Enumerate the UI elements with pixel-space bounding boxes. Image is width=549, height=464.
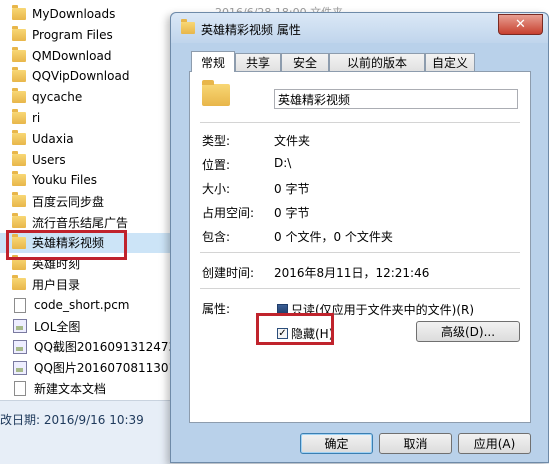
size-on-disk-value: 0 字节 (274, 206, 310, 220)
tab-security[interactable]: 安全 (281, 53, 329, 71)
type-value: 文件夹 (274, 134, 311, 148)
folder-icon (12, 5, 26, 20)
file-name: QQVipDownload (32, 69, 130, 84)
image-icon (13, 319, 27, 333)
file-name: Program Files (32, 27, 113, 42)
image-icon (13, 360, 27, 375)
type-label: 类型: (202, 134, 231, 148)
size-on-disk-label: 占用空间: (202, 206, 255, 220)
file-name: QQ图片20160708113018 (34, 361, 184, 376)
separator (200, 288, 520, 289)
folder-icon (12, 150, 26, 166)
folder-icon (12, 25, 26, 41)
size-label: 大小: (202, 182, 231, 196)
folder-icon (181, 19, 195, 34)
highlight-box-hidden-attribute (256, 313, 334, 345)
document-icon (14, 380, 26, 396)
folder-icon (12, 171, 26, 187)
file-name: qycache (32, 90, 83, 105)
separator (200, 122, 520, 123)
created-value: 2016年8月11日，12:21:46 (274, 266, 430, 280)
close-icon: ✕ (515, 17, 526, 32)
close-button[interactable]: ✕ (498, 14, 543, 35)
file-name: QMDownload (32, 48, 112, 63)
file-name: 新建文本文档 (34, 381, 107, 396)
attributes-label: 属性: (202, 302, 231, 316)
folder-icon (12, 109, 26, 124)
location-label: 位置: (202, 158, 231, 172)
status-text: 改日期: 2016/9/16 10:39 (0, 413, 144, 427)
dialog-titlebar[interactable]: 英雄精彩视频 属性 ✕ (171, 13, 548, 43)
ok-button[interactable]: 确定 (300, 433, 373, 454)
size-value: 0 字节 (274, 182, 310, 196)
tab-customize[interactable]: 自定义 (425, 53, 475, 71)
properties-dialog: 英雄精彩视频 属性 ✕ 常规 共享 安全 以前的版本 自定义 类型: 文件夹 位… (170, 12, 549, 463)
tab-general[interactable]: 常规 (191, 51, 235, 72)
file-name: 用户目录 (32, 277, 81, 292)
file-name: LOL全图 (34, 319, 81, 334)
file-name: Youku Files (32, 173, 98, 188)
general-panel: 类型: 文件夹 位置: D:\ 大小: 0 字节 占用空间: 0 字节 包含: … (189, 71, 531, 423)
document-icon (14, 297, 26, 313)
folder-name-input[interactable] (274, 89, 518, 109)
tab-sharing[interactable]: 共享 (235, 53, 281, 71)
file-name: 流行音乐结尾广告 (32, 215, 129, 230)
folder-icon (12, 67, 26, 83)
folder-icon (12, 192, 26, 208)
folder-icon (12, 46, 26, 62)
folder-icon (12, 129, 26, 145)
apply-button[interactable]: 应用(A) (458, 433, 531, 454)
dialog-title: 英雄精彩视频 属性 (201, 23, 301, 37)
file-name: MyDownloads (32, 7, 116, 21)
file-name: Users (32, 152, 66, 167)
location-value: D:\ (274, 156, 292, 170)
image-icon (13, 339, 27, 354)
file-name: Udaxia (32, 131, 74, 146)
contains-value: 0 个文件，0 个文件夹 (274, 230, 393, 244)
folder-icon (12, 275, 26, 291)
file-name: ri (32, 111, 41, 125)
advanced-button[interactable]: 高级(D)... (416, 321, 520, 342)
folder-icon (202, 80, 230, 106)
created-label: 创建时间: (202, 266, 255, 280)
folder-icon (12, 88, 26, 104)
highlight-box-selected-folder (6, 230, 127, 260)
cancel-button[interactable]: 取消 (379, 433, 452, 454)
separator (200, 252, 520, 253)
folder-icon (12, 213, 26, 228)
contains-label: 包含: (202, 230, 231, 244)
file-name: code_short.pcm (34, 298, 130, 313)
tab-previous-versions[interactable]: 以前的版本 (329, 53, 425, 71)
file-name: QQ截图20160913124739 (34, 340, 184, 355)
file-name: 百度云同步盘 (32, 194, 105, 209)
